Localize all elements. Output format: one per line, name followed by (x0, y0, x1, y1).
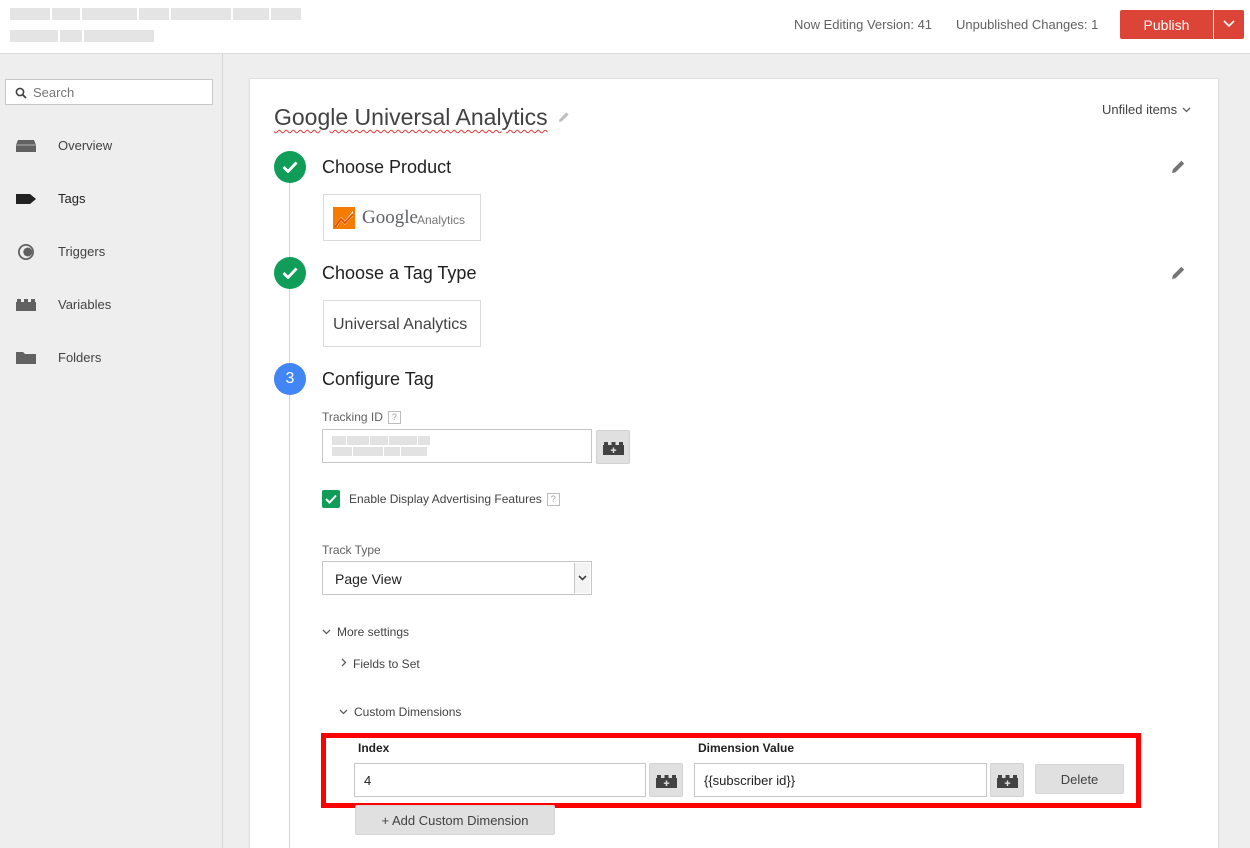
sidebar-item-label: Folders (58, 350, 102, 365)
delete-dimension-button[interactable]: Delete (1035, 764, 1124, 794)
chevron-right-icon (341, 658, 347, 667)
step-complete-badge (274, 151, 306, 183)
account-name-blurred[interactable] (10, 8, 320, 50)
unpublished-changes[interactable]: Unpublished Changes: 1 (956, 17, 1098, 32)
more-settings-toggle[interactable]: More settings (322, 625, 409, 639)
help-icon[interactable]: ? (546, 493, 560, 506)
chevron-down-icon (339, 709, 348, 715)
sidebar-item-variables[interactable]: Variables (0, 285, 222, 325)
tag-name-title[interactable]: Google Universal Analytics (274, 104, 548, 131)
dimension-value-variable-button[interactable] (990, 763, 1024, 797)
sidebar-item-overview[interactable]: Overview (0, 126, 222, 166)
logo-subword: Analytics (417, 213, 466, 227)
publish-button[interactable]: Publish (1120, 10, 1213, 39)
select-arrow (574, 563, 590, 593)
dimension-index-input[interactable] (354, 763, 646, 797)
tracking-id-variable-button[interactable] (596, 430, 630, 464)
tag-type-label: Universal Analytics (333, 316, 468, 333)
step-title-choose-product: Choose Product (322, 157, 452, 177)
custom-dimensions-toggle[interactable]: Custom Dimensions (339, 705, 461, 719)
chevron-down-icon (322, 629, 331, 635)
display-ads-label-text: Enable Display Advertising Features (349, 492, 542, 506)
tag-type-universal-analytics[interactable]: Universal Analytics (323, 300, 481, 347)
chevron-down-icon (1182, 107, 1191, 113)
sidebar: Overview Tags Triggers Variables Folders (0, 54, 223, 848)
step-title-choose-tag-type: Choose a Tag Type (322, 263, 477, 283)
sidebar-item-label: Triggers (58, 244, 106, 259)
sidebar-item-triggers[interactable]: Triggers (0, 232, 222, 272)
publish-options-button[interactable] (1214, 10, 1244, 39)
tracking-id-label-text: Tracking ID (322, 410, 383, 424)
more-settings-label: More settings (337, 625, 410, 639)
edit-pencil-icon[interactable] (1171, 159, 1186, 174)
variable-brick-icon (656, 775, 677, 788)
tracking-id-label: Tracking ID? (322, 410, 401, 424)
search-icon (15, 87, 27, 99)
fields-to-set-label: Fields to Set (353, 657, 420, 671)
check-icon (282, 267, 298, 279)
step-number-badge: 3 (274, 363, 306, 395)
variable-brick-icon (997, 775, 1018, 788)
product-google-analytics[interactable]: Google Analytics (323, 194, 481, 241)
sidebar-item-label: Variables (58, 297, 112, 312)
dimension-value-input[interactable] (694, 763, 987, 797)
track-type-label: Track Type (322, 543, 381, 557)
top-bar: Now Editing Version: 41 Unpublished Chan… (0, 0, 1250, 54)
variable-brick-icon (603, 442, 624, 455)
folder-icon (16, 352, 36, 364)
dimension-value-column-header: Dimension Value (698, 741, 795, 755)
step-title-configure-tag: Configure Tag (322, 369, 434, 389)
variable-brick-icon (16, 299, 36, 311)
display-ads-label: Enable Display Advertising Features? (349, 492, 560, 506)
search-box[interactable] (5, 79, 213, 105)
check-icon (325, 494, 337, 504)
check-icon (282, 161, 298, 173)
logo-word: Google (362, 207, 418, 228)
index-variable-button[interactable] (649, 763, 683, 797)
search-input[interactable] (33, 83, 208, 101)
sidebar-item-folders[interactable]: Folders (0, 338, 222, 378)
help-icon[interactable]: ? (387, 411, 401, 424)
version-indicator[interactable]: Now Editing Version: 41 (794, 17, 932, 32)
tag-icon (16, 194, 36, 204)
folder-selector[interactable]: Unfiled items (1102, 102, 1191, 117)
sidebar-item-label: Overview (58, 138, 113, 153)
display-ads-checkbox[interactable] (322, 490, 340, 508)
edit-pencil-icon[interactable] (1171, 265, 1186, 280)
google-analytics-logo-icon (333, 207, 355, 229)
custom-dimensions-label: Custom Dimensions (354, 705, 462, 719)
add-custom-dimension-button[interactable]: + Add Custom Dimension (355, 805, 555, 835)
index-column-header: Index (358, 741, 390, 755)
track-type-value: Page View (335, 571, 402, 587)
tracking-id-blurred-value (332, 436, 432, 456)
step-complete-badge (274, 257, 306, 289)
overview-icon (16, 140, 36, 152)
sidebar-item-label: Tags (58, 191, 86, 206)
chevron-down-icon (1223, 20, 1235, 28)
track-type-select[interactable]: Page View (322, 561, 592, 595)
fields-to-set-toggle[interactable]: Fields to Set (341, 657, 420, 671)
sidebar-item-tags[interactable]: Tags (0, 179, 222, 219)
trigger-icon (18, 244, 34, 260)
folder-label: Unfiled items (1102, 102, 1178, 117)
chevron-down-icon (578, 575, 587, 581)
pencil-icon[interactable] (558, 111, 570, 123)
